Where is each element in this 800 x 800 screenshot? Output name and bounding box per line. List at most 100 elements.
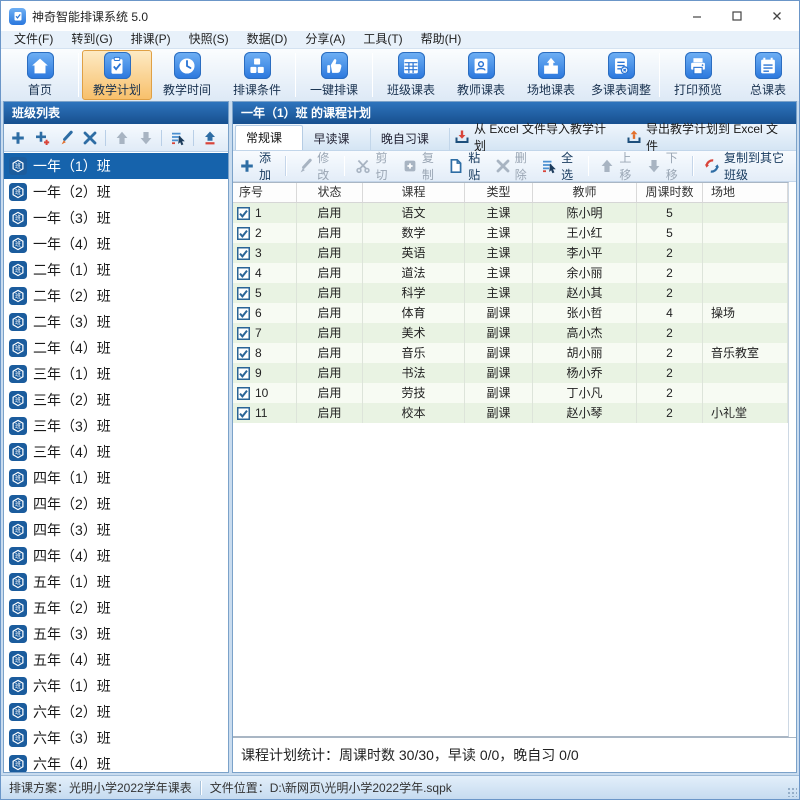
toolbar-button-clock[interactable]: 教学时间 xyxy=(152,50,222,100)
checkbox-checked-icon[interactable] xyxy=(237,207,250,220)
select-all-class-button[interactable] xyxy=(169,129,186,146)
menu-item-1[interactable]: 文件(F) xyxy=(5,31,62,48)
class-list-item[interactable]: 班一年（3）班 xyxy=(4,205,228,231)
tab-1[interactable]: 常规课程 xyxy=(235,125,303,150)
menu-item-3[interactable]: 排课(P) xyxy=(122,31,180,48)
toolbar-button-printer[interactable]: 打印预览 xyxy=(663,50,733,100)
venue-cell xyxy=(703,263,788,283)
class-list-item[interactable]: 班五年（2）班 xyxy=(4,595,228,621)
add-class-button[interactable] xyxy=(9,129,26,146)
course-row[interactable]: 4启用道法主课余小丽2 xyxy=(233,263,788,283)
checkbox-checked-icon[interactable] xyxy=(237,407,250,420)
class-list-item[interactable]: 班六年（1）班 xyxy=(4,673,228,699)
import-tray-icon xyxy=(454,129,470,145)
class-list-item[interactable]: 班四年（4）班 xyxy=(4,543,228,569)
class-list-item[interactable]: 班五年（1）班 xyxy=(4,569,228,595)
class-list-item[interactable]: 班六年（3）班 xyxy=(4,725,228,751)
menu-item-2[interactable]: 转到(G) xyxy=(62,31,121,48)
course-row[interactable]: 11启用校本副课赵小琴2小礼堂 xyxy=(233,403,788,423)
toolbar-button-venue-table[interactable]: 场地课表 xyxy=(516,50,586,100)
column-header-2[interactable]: 状态 xyxy=(297,183,363,202)
checkbox-checked-icon[interactable] xyxy=(237,367,250,380)
class-list-item[interactable]: 班二年（3）班 xyxy=(4,309,228,335)
toolbar-button-plan[interactable]: 教学计划 xyxy=(82,50,152,100)
class-list-item[interactable]: 班一年（4）班 xyxy=(4,231,228,257)
course-row[interactable]: 5启用科学主课赵小其2 xyxy=(233,283,788,303)
menu-item-5[interactable]: 数据(D) xyxy=(238,31,297,48)
course-row[interactable]: 1启用语文主课陈小明5 xyxy=(233,203,788,223)
resize-grip[interactable] xyxy=(787,787,797,797)
class-item-label: 四年（1）班 xyxy=(33,468,111,488)
menu-item-4[interactable]: 快照(S) xyxy=(180,31,238,48)
class-list-item[interactable]: 班三年（1）班 xyxy=(4,361,228,387)
class-list-item[interactable]: 班五年（4）班 xyxy=(4,647,228,673)
checkbox-checked-icon[interactable] xyxy=(237,227,250,240)
course-row[interactable]: 6启用体育副课张小哲4操场 xyxy=(233,303,788,323)
status-cell: 启用 xyxy=(297,283,363,303)
toolbar-button-home[interactable]: 首页 xyxy=(5,50,75,100)
class-list-item[interactable]: 班二年（1）班 xyxy=(4,257,228,283)
class-list-item[interactable]: 班一年（1）班 xyxy=(4,153,228,179)
course-row[interactable]: 10启用劳技副课丁小凡2 xyxy=(233,383,788,403)
class-list-item[interactable]: 班三年（4）班 xyxy=(4,439,228,465)
class-list-item[interactable]: 班二年（4）班 xyxy=(4,335,228,361)
row-number: 6 xyxy=(255,303,262,323)
class-list-item[interactable]: 班四年（1）班 xyxy=(4,465,228,491)
paste-course-button[interactable]: 粘贴 xyxy=(448,149,484,183)
course-row[interactable]: 2启用数学主课王小红5 xyxy=(233,223,788,243)
column-header-1[interactable]: 序号 xyxy=(233,183,297,202)
class-list-item[interactable]: 班三年（2）班 xyxy=(4,387,228,413)
checkbox-checked-icon[interactable] xyxy=(237,287,250,300)
column-header-7[interactable]: 场地 xyxy=(703,183,788,202)
course-row[interactable]: 7启用美术副课高小杰2 xyxy=(233,323,788,343)
toolbar-button-one-key[interactable]: 一键排课 xyxy=(299,50,369,100)
class-list-item[interactable]: 班二年（2）班 xyxy=(4,283,228,309)
column-header-6[interactable]: 周课时数 xyxy=(637,183,703,202)
select-all-button[interactable]: 全选 xyxy=(541,149,577,183)
maximize-button[interactable] xyxy=(717,1,757,31)
delete-class-button[interactable] xyxy=(81,129,98,146)
edit-class-button[interactable] xyxy=(57,129,74,146)
toolbar-button-total-table[interactable]: 总课表 xyxy=(733,50,800,100)
plus-icon xyxy=(239,158,255,174)
toolbar-button-multi-adjust[interactable]: 多课表调整 xyxy=(586,50,656,100)
column-header-3[interactable]: 课程 xyxy=(363,183,465,202)
class-list-item[interactable]: 班六年（2）班 xyxy=(4,699,228,725)
minimize-button[interactable] xyxy=(677,1,717,31)
menu-item-6[interactable]: 分享(A) xyxy=(296,31,354,48)
tab-3[interactable]: 晚自习课程 xyxy=(371,128,450,150)
move-class-top-button[interactable] xyxy=(201,129,218,146)
class-list-item[interactable]: 班一年（2）班 xyxy=(4,179,228,205)
checkbox-checked-icon[interactable] xyxy=(237,387,250,400)
checkbox-checked-icon[interactable] xyxy=(237,307,250,320)
course-row[interactable]: 3启用英语主课李小平2 xyxy=(233,243,788,263)
class-list-item[interactable]: 班三年（3）班 xyxy=(4,413,228,439)
course-row[interactable]: 8启用音乐副课胡小丽2音乐教室 xyxy=(233,343,788,363)
class-list-item[interactable]: 班五年（3）班 xyxy=(4,621,228,647)
close-button[interactable] xyxy=(757,1,797,31)
checkbox-checked-icon[interactable] xyxy=(237,327,250,340)
tab-2[interactable]: 早读课程 xyxy=(303,128,370,150)
column-header-5[interactable]: 教师 xyxy=(533,183,637,202)
menu-item-8[interactable]: 帮助(H) xyxy=(412,31,471,48)
toolbar-button-teacher-table[interactable]: 教师课表 xyxy=(446,50,516,100)
class-list-item[interactable]: 班四年（3）班 xyxy=(4,517,228,543)
checkbox-checked-icon[interactable] xyxy=(237,247,250,260)
copy-to-other-class-button[interactable]: 复制到其它班级 xyxy=(704,149,790,183)
batch-add-class-button[interactable] xyxy=(33,129,50,146)
add-course-button[interactable]: 添加 xyxy=(239,149,275,183)
class-list-item[interactable]: 班六年（4）班 xyxy=(4,751,228,772)
course-row[interactable]: 9启用书法副课杨小乔2 xyxy=(233,363,788,383)
arrow-down-icon xyxy=(646,158,662,174)
class-list-item[interactable]: 班四年（2）班 xyxy=(4,491,228,517)
checkbox-checked-icon[interactable] xyxy=(237,347,250,360)
type-cell: 主课 xyxy=(465,223,533,243)
column-header-4[interactable]: 类型 xyxy=(465,183,533,202)
menu-item-7[interactable]: 工具(T) xyxy=(354,31,411,48)
status-cell: 启用 xyxy=(297,243,363,263)
checkbox-checked-icon[interactable] xyxy=(237,267,250,280)
toolbar-button-class-table[interactable]: 班级课表 xyxy=(376,50,446,100)
toolbar-button-cubes[interactable]: 排课条件 xyxy=(222,50,292,100)
svg-text:班: 班 xyxy=(15,162,21,170)
copy-course-label: 复制 xyxy=(422,149,438,183)
